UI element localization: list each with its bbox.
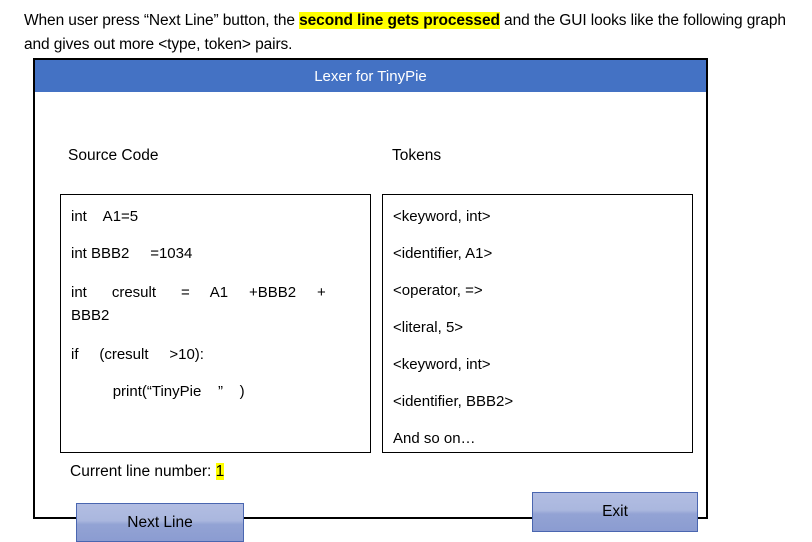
source-code-line: int BBB2 =1034 <box>71 245 193 262</box>
intro-highlighted-phrase: second line gets processed <box>299 12 500 29</box>
window-title-bar: Lexer for TinyPie <box>35 60 706 92</box>
window-title: Lexer for TinyPie <box>314 67 427 85</box>
token-line: <keyword, int> <box>393 208 491 225</box>
current-line-number-label: Current line number: <box>70 463 216 480</box>
source-code-label: Source Code <box>68 147 159 164</box>
intro-paragraph: When user press “Next Line” button, the … <box>24 9 806 57</box>
tokens-label: Tokens <box>392 147 442 164</box>
token-line: <identifier, BBB2> <box>393 393 514 410</box>
token-line: And so on… <box>393 430 476 447</box>
token-line: <keyword, int> <box>393 356 491 373</box>
next-line-button[interactable]: Next Line <box>76 503 244 542</box>
source-code-line: if (cresult >10): <box>71 346 204 363</box>
tokens-output-area[interactable]: <keyword, int> <identifier, A1> <operato… <box>382 194 693 453</box>
exit-button[interactable]: Exit <box>532 492 698 532</box>
window-body: Source Code Tokens int A1=5 int BBB2 =10… <box>35 92 706 542</box>
source-code-textarea[interactable]: int A1=5 int BBB2 =1034 int cresult = A1… <box>60 194 371 453</box>
source-code-line: int A1=5 <box>71 208 139 225</box>
current-line-number-status: Current line number: 1 <box>70 463 225 481</box>
token-line: <operator, => <box>393 282 483 299</box>
current-line-number-value: 1 <box>215 463 225 480</box>
source-code-line: int cresult = A1 +BBB2 + BBB2 <box>71 284 335 324</box>
source-code-line: print(“TinyPie ” ) <box>71 383 245 400</box>
token-line: <identifier, A1> <box>393 245 493 262</box>
intro-text-before: When user press “Next Line” button, the <box>24 12 300 29</box>
token-line: <literal, 5> <box>393 319 464 336</box>
lexer-app-window: Lexer for TinyPie Source Code Tokens int… <box>33 58 708 542</box>
